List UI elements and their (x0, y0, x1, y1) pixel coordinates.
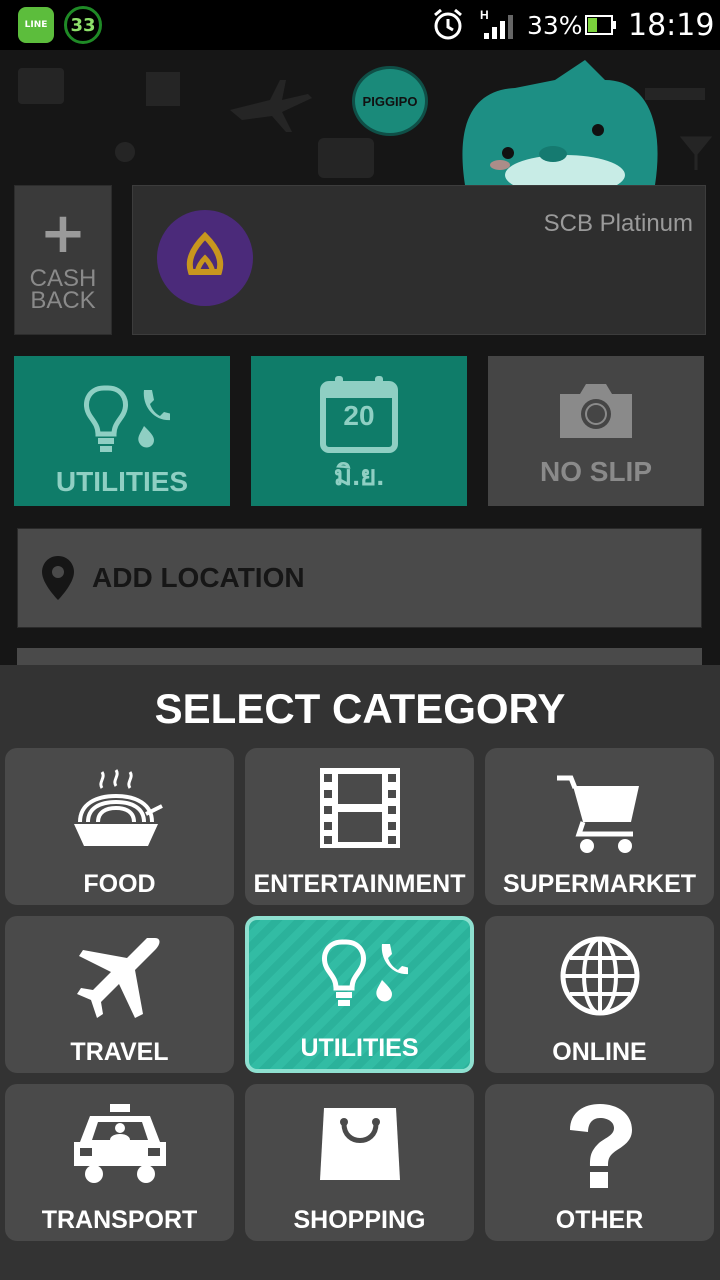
category-label: ENTERTAINMENT (253, 870, 466, 898)
camera-icon (560, 384, 632, 438)
line-app-icon: LINE (18, 7, 54, 43)
category-label: ONLINE (552, 1038, 647, 1066)
status-bar: LINE 33 H 33% 18:19 (0, 0, 720, 50)
category-label: UTILITIES (300, 1034, 419, 1062)
category-label: FOOD (83, 870, 156, 898)
category-label: SUPERMARKET (502, 870, 697, 898)
globe-icon (560, 936, 639, 1016)
piggipo-badge: PIGGIPO (352, 66, 428, 136)
cashback-label: CASH BACK (29, 265, 97, 314)
taxi-icon (73, 1104, 166, 1183)
date-day: 20 (343, 400, 375, 431)
film-strip-icon (319, 768, 400, 848)
category-shopping[interactable]: SHOPPING (245, 1084, 474, 1241)
date-month: มิ.ย. (333, 460, 385, 491)
add-location-button[interactable]: ADD LOCATION (17, 528, 702, 628)
category-tile-label: UTILITIES (55, 466, 189, 497)
location-pin-icon (42, 556, 74, 600)
category-travel[interactable]: TRAVEL (5, 916, 234, 1073)
clock: 18:19 (628, 7, 715, 43)
svg-text:H: H (480, 8, 489, 22)
shopping-cart-icon (556, 775, 639, 853)
category-other[interactable]: OTHER (485, 1084, 714, 1241)
select-category-sheet: SELECT CATEGORY FOOD ENTERTAINMENT SUPER… (0, 665, 720, 1280)
card-selector[interactable]: SCB Platinum (132, 185, 706, 335)
shopping-bag-icon (319, 1108, 400, 1180)
slip-tile[interactable]: NO SLIP (488, 356, 704, 506)
battery-icon (585, 0, 617, 50)
signal-strength-icon: H (480, 0, 518, 50)
food-bowl-icon (73, 769, 163, 846)
category-food[interactable]: FOOD (5, 748, 234, 905)
alarm-clock-icon (430, 0, 466, 50)
category-label: OTHER (555, 1206, 644, 1234)
plus-icon: + (39, 201, 87, 266)
sheet-title: SELECT CATEGORY (154, 685, 566, 732)
category-transport[interactable]: TRANSPORT (5, 1084, 234, 1241)
lightbulb-phone-icon (321, 939, 408, 1006)
category-label: TRAVEL (70, 1038, 169, 1066)
category-online[interactable]: ONLINE (485, 916, 714, 1073)
bank-logo (157, 210, 253, 306)
category-label: SHOPPING (293, 1206, 426, 1234)
slip-label: NO SLIP (539, 456, 652, 487)
add-location-label: ADD LOCATION (92, 562, 305, 593)
notification-count-badge: 33 (64, 6, 102, 44)
cashback-button[interactable]: + CASH BACK (14, 185, 112, 335)
airplane-icon (76, 938, 159, 1018)
mascot-character (462, 60, 658, 185)
category-tile[interactable]: UTILITIES (14, 356, 230, 506)
category-entertainment[interactable]: ENTERTAINMENT (245, 748, 474, 905)
category-label: TRANSPORT (41, 1206, 198, 1234)
lightbulb-phone-icon (84, 385, 170, 452)
expense-form-background: PIGGIPO + CASH BACK SCB Platinum UTILITI… (0, 50, 720, 668)
category-utilities[interactable]: UTILITIES (245, 916, 474, 1073)
battery-percent: 33% (527, 10, 583, 40)
question-mark-icon (569, 1104, 632, 1188)
card-name: SCB Platinum (543, 210, 693, 237)
date-tile[interactable]: 20 มิ.ย. (251, 356, 467, 506)
category-supermarket[interactable]: SUPERMARKET (485, 748, 714, 905)
